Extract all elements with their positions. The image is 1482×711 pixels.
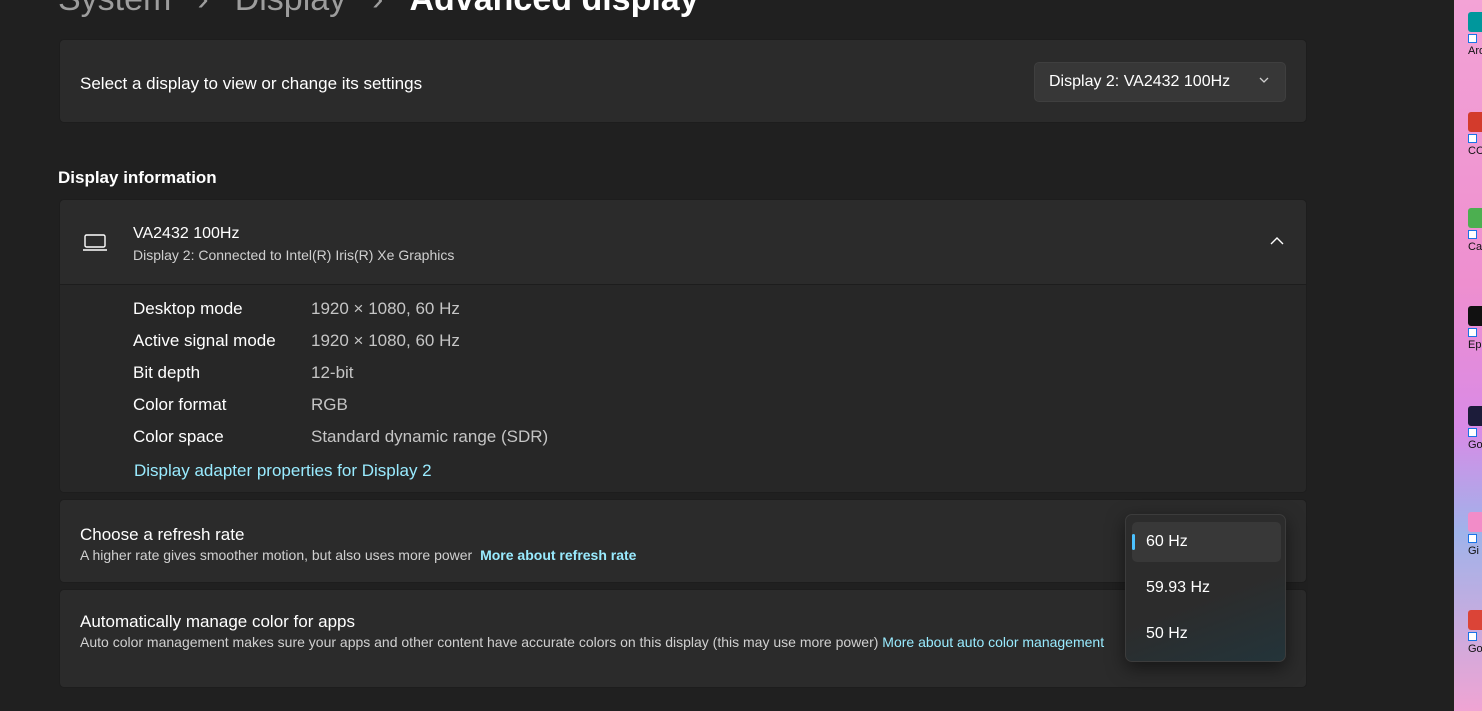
app-icon — [1468, 512, 1482, 532]
display-adapter-properties-link[interactable]: Display adapter properties for Display 2 — [134, 461, 432, 481]
refresh-rate-option-label: 60 Hz — [1146, 533, 1188, 550]
color-management-card: Automatically manage color for apps Auto… — [59, 589, 1307, 688]
app-icon — [1468, 306, 1482, 326]
shortcut-arrow-icon — [1468, 328, 1477, 337]
monitor-name: VA2432 100Hz — [133, 225, 240, 242]
shortcut-arrow-icon — [1468, 632, 1477, 641]
info-key: Color format — [133, 395, 227, 414]
refresh-rate-card: Choose a refresh rate A higher rate give… — [59, 499, 1307, 583]
desktop-icon-label: Go Bo — [1468, 439, 1482, 451]
info-value: 1920 × 1080, 60 Hz — [311, 299, 460, 318]
desktop-icon-gi[interactable]: Gi — [1468, 512, 1482, 557]
info-key: Active signal mode — [133, 331, 276, 350]
app-icon — [1468, 610, 1482, 630]
breadcrumb-separator: › — [372, 0, 383, 19]
refresh-rate-title: Choose a refresh rate — [80, 525, 245, 544]
refresh-rate-option-59-93[interactable]: 59.93 Hz — [1132, 568, 1281, 608]
more-about-auto-color-management-link[interactable]: More about auto color management — [882, 634, 1104, 650]
app-icon — [1468, 406, 1482, 426]
monitor-connection: Display 2: Connected to Intel(R) Iris(R)… — [133, 247, 455, 263]
info-key: Bit depth — [133, 363, 201, 382]
app-icon — [1468, 12, 1482, 32]
shortcut-arrow-icon — [1468, 230, 1477, 239]
desktop-icon-label: Gi — [1468, 545, 1479, 557]
refresh-rate-option-label: 59.93 Hz — [1146, 579, 1211, 596]
display-select-label: Select a display to view or change its s… — [80, 74, 423, 93]
info-key: Color space — [133, 427, 224, 446]
desktop-icon-go[interactable]: Go Bo — [1468, 406, 1482, 451]
color-management-title: Automatically manage color for apps — [80, 612, 355, 631]
info-row-active-signal-mode: Active signal mode 1920 × 1080, 60 Hz — [133, 331, 460, 351]
refresh-rate-option-50[interactable]: 50 Hz — [1132, 614, 1281, 654]
refresh-rate-description: A higher rate gives smoother motion, but… — [80, 545, 636, 565]
desktop-icon-label: CC — [1468, 145, 1482, 157]
shortcut-arrow-icon — [1468, 534, 1477, 543]
color-management-description-text: Auto color management makes sure your ap… — [80, 634, 879, 650]
desktop-icon-arduino[interactable]: Ardu — [1468, 12, 1482, 57]
display-information-details: Desktop mode 1920 × 1080, 60 Hz Active s… — [60, 285, 1306, 492]
app-icon — [1468, 208, 1482, 228]
display-dropdown-value: Display 2: VA2432 100Hz — [1049, 73, 1231, 90]
info-value: RGB — [311, 395, 348, 414]
shortcut-arrow-icon — [1468, 134, 1477, 143]
info-row-color-format: Color format RGB — [133, 395, 348, 415]
refresh-rate-dropdown-menu: 60 Hz 59.93 Hz 50 Hz — [1125, 514, 1286, 662]
shortcut-arrow-icon — [1468, 428, 1477, 437]
info-row-color-space: Color space Standard dynamic range (SDR) — [133, 427, 548, 447]
refresh-rate-description-text: A higher rate gives smoother motion, but… — [80, 547, 473, 563]
display-dropdown[interactable]: Display 2: VA2432 100Hz — [1034, 62, 1286, 102]
display-select-card: Select a display to view or change its s… — [59, 39, 1307, 123]
selected-indicator — [1132, 534, 1135, 550]
desktop-icon-cc[interactable]: CC — [1468, 112, 1482, 157]
desktop-icon-google-chrome[interactable]: Go Ch — [1468, 610, 1482, 655]
app-icon — [1468, 112, 1482, 132]
shortcut-arrow-icon — [1468, 34, 1477, 43]
desktop-icon-label: Epic Lau — [1468, 339, 1482, 351]
desktop-icon-label: Go Ch — [1468, 643, 1482, 655]
laptop-icon — [83, 234, 107, 251]
page-title: Advanced display — [410, 0, 699, 19]
info-value: Standard dynamic range (SDR) — [311, 427, 549, 446]
refresh-rate-option-label: 50 Hz — [1146, 625, 1188, 642]
desktop-background: Ardu CC Ca Epic Lau Go Bo Gi Go Ch — [1454, 0, 1482, 711]
refresh-rate-option-60[interactable]: 60 Hz — [1132, 522, 1281, 562]
display-information-card: VA2432 100Hz Display 2: Connected to Int… — [59, 199, 1307, 493]
more-about-refresh-rate-link[interactable]: More about refresh rate — [480, 547, 636, 563]
color-management-description: Auto color management makes sure your ap… — [80, 632, 1120, 652]
desktop-icon-label: Ardu — [1468, 45, 1482, 57]
chevron-down-icon — [1259, 77, 1269, 83]
section-title-display-information: Display information — [58, 168, 217, 187]
desktop-icon-label: Ca — [1468, 241, 1482, 253]
info-value: 12-bit — [311, 363, 354, 382]
info-row-bit-depth: Bit depth 12-bit — [133, 363, 354, 383]
breadcrumb-system[interactable]: System — [58, 0, 171, 19]
info-value: 1920 × 1080, 60 Hz — [311, 331, 460, 350]
chevron-up-icon[interactable] — [1268, 232, 1286, 250]
breadcrumb-display[interactable]: Display — [235, 0, 346, 19]
info-row-desktop-mode: Desktop mode 1920 × 1080, 60 Hz — [133, 299, 460, 319]
breadcrumb: System › Display › Advanced display — [58, 0, 699, 19]
desktop-icon-ca[interactable]: Ca — [1468, 208, 1482, 253]
display-information-header[interactable]: VA2432 100Hz Display 2: Connected to Int… — [60, 200, 1306, 285]
breadcrumb-separator: › — [197, 0, 208, 19]
info-key: Desktop mode — [133, 299, 243, 318]
desktop-icon-epic-launcher[interactable]: Epic Lau — [1468, 306, 1482, 351]
